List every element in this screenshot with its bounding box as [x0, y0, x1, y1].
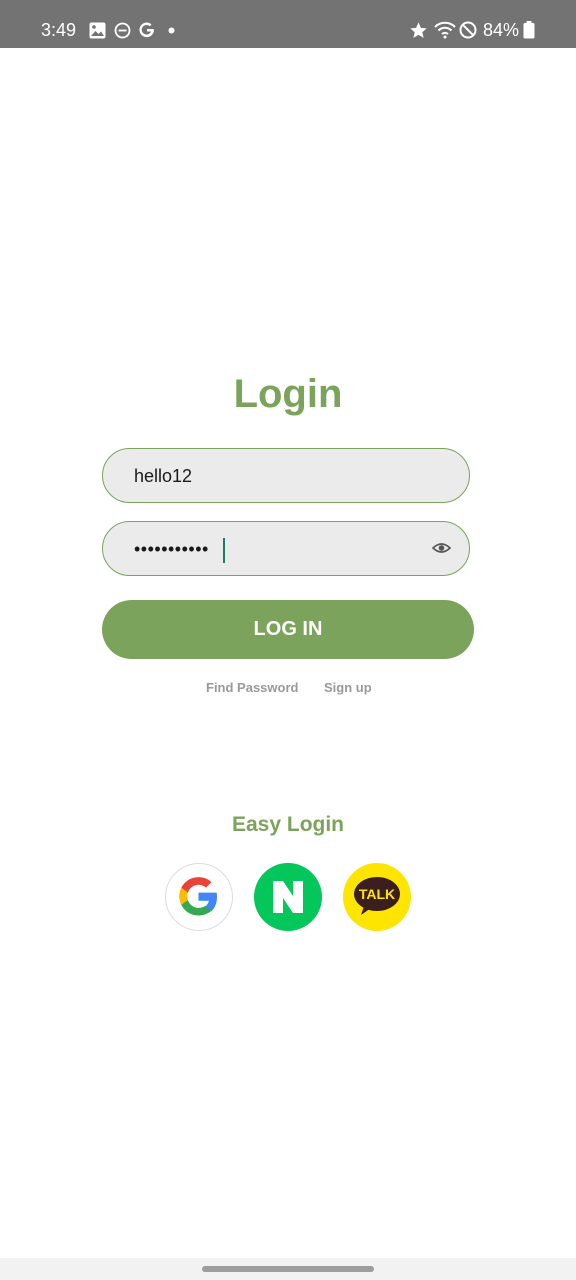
kakao-login-button[interactable]: TALK — [343, 863, 411, 931]
sign-up-link[interactable]: Sign up — [324, 680, 372, 695]
text-cursor — [223, 538, 225, 563]
home-indicator[interactable] — [202, 1266, 374, 1272]
login-button[interactable]: LOG IN — [102, 600, 474, 659]
naver-login-button[interactable] — [254, 863, 322, 931]
battery-percent: 84% — [483, 20, 520, 40]
google-g-icon — [137, 20, 157, 40]
notification-dot-icon — [167, 20, 175, 40]
star-icon — [408, 20, 428, 40]
google-login-button[interactable] — [165, 863, 233, 931]
username-field[interactable]: hello12 — [102, 448, 470, 503]
do-not-disturb-icon — [113, 20, 131, 40]
show-password-eye-icon[interactable] — [431, 541, 452, 555]
svg-text:TALK: TALK — [359, 886, 395, 902]
status-bar: 3:49 84% — [0, 0, 576, 48]
google-icon — [179, 877, 217, 916]
kakao-talk-icon: TALK — [354, 877, 400, 915]
username-value: hello12 — [134, 466, 193, 486]
image-icon — [88, 20, 106, 40]
battery-icon — [522, 20, 536, 40]
status-time: 3:49 — [41, 20, 77, 40]
easy-login-title: Easy Login — [231, 813, 345, 836]
find-password-link[interactable]: Find Password — [206, 680, 298, 695]
blocked-icon — [458, 20, 478, 40]
password-field[interactable]: ••••••••••• — [102, 521, 470, 576]
wifi-icon — [433, 20, 457, 40]
naver-icon — [273, 881, 303, 913]
page-title: Login — [233, 372, 343, 416]
password-value: ••••••••••• — [134, 539, 209, 559]
